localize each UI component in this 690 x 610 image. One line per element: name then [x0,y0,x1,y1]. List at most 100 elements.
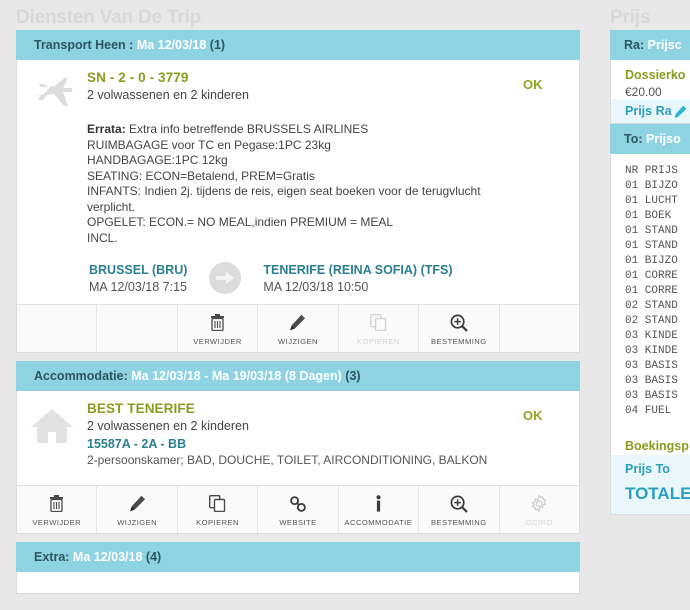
link-icon [260,493,335,514]
transport-toolbar: VERWIJDER WIJZIGEN KOPIEREN BESTEMMING [17,304,579,352]
services-column: Diensten Van De Trip Transport Heen : Ma… [0,0,596,610]
accommodatie-description: 2-persoonskamer; BAD, DOUCHE, TOILET, AI… [87,453,488,467]
magnifier-plus-icon [421,312,496,333]
section-header-label: Extra: [34,550,70,564]
price-header-ra[interactable]: Ra: Prijsc [610,30,690,60]
accommodatie-title: BEST TENERIFE [87,401,195,416]
totale-label: TOTALE [625,484,690,503]
table-row[interactable]: 01 STAND [625,239,690,254]
dossier-value: €20.00 [625,85,662,99]
accommodatie-info-button[interactable]: ACCOMMODATIE [339,486,420,533]
bestemming-button[interactable]: BESTEMMING [419,305,500,352]
gear-icon [502,493,577,514]
accommodatie-info: BEST TENERIFE 2 volwassenen en 2 kindere… [87,401,523,467]
transport-title: SN - 2 - 0 - 3779 [87,70,189,85]
status-badge-text: OK [523,408,543,423]
pencil-icon [260,312,335,333]
section-header-date: Ma 12/03/18 [72,550,143,564]
accommodatie-card-body: BEST TENERIFE 2 volwassenen en 2 kindere… [16,391,580,534]
accommodatie-status-badge: OK [523,401,579,467]
price-header-to[interactable]: To: Prijso [610,124,690,154]
route-destination-name: TENERIFE (REINA SOFIA) (TFS) [263,262,453,277]
table-row[interactable]: 03 KINDE [625,344,690,359]
airplane-icon [17,70,87,246]
verwijder-button[interactable]: VERWIJDER [178,305,259,352]
table-row[interactable]: 03 BASIS [625,359,690,374]
route-destination: TENERIFE (REINA SOFIA) (TFS) MA 12/03/18… [263,263,452,294]
prijs-ra-row[interactable]: Prijs Ra [611,99,690,123]
accommodatie-toolbar: VERWIJDER WIJZIGEN KOPIEREN WEBSITE ACCO… [17,485,579,533]
arrow-right-icon [209,262,242,294]
table-row[interactable]: 01 CORRE [625,269,690,284]
route-origin-name: BRUSSEL (BRU) [89,262,188,277]
extra-card-body [16,572,580,594]
dossier-row: Dossierko €20.00 [611,60,690,99]
route-destination-when: MA 12/03/18 10:50 [263,279,369,294]
table-row[interactable]: 01 BIJZO [625,254,690,269]
wijzigen-label: WIJZIGEN [278,337,318,346]
price-column: Prijs Ra: Prijsc Dossierko €20.00 Prijs … [596,0,690,610]
table-row[interactable]: 01 BIJZO [625,179,690,194]
accommodatie-info-label: ACCOMMODATIE [344,518,413,527]
prijs-ra-label: Prijs Ra [625,104,672,118]
service-card-extra: Extra: Ma 12/03/18 (4) [0,542,596,594]
table-row[interactable]: 02 STAND [625,314,690,329]
section-header-accommodatie[interactable]: Accommodatie: Ma 12/03/18 - Ma 19/03/18 … [16,361,580,391]
section-header-label: Transport Heen : [34,38,134,52]
price-header-ra-prefix: Ra: [624,38,645,52]
table-row[interactable]: 03 BASIS [625,374,690,389]
table-row[interactable]: 02 STAND [625,299,690,314]
transport-pax: 2 volwassenen en 2 kinderen [87,88,249,102]
bestemming-label: BESTEMMING [431,518,487,527]
table-row[interactable]: 01 CORRE [625,284,690,299]
price-header-to-prefix: To: [624,132,643,146]
table-row[interactable]: 01 BOEK [625,209,690,224]
website-button[interactable]: WEBSITE [258,486,339,533]
errata-line-1: RUIMBAGAGE voor TC en Pegase:1PC 23kg [87,137,331,152]
price-card-to: NR PRIJS 01 BIJZO 01 LUCHT 01 BOEK 01 ST… [610,154,690,515]
errata-line-5: verplicht. [87,199,136,214]
services-panel-title: Diensten Van De Trip [16,7,201,28]
transport-route: BRUSSEL (BRU) MA 12/03/18 7:15 TENERIFE … [17,246,579,304]
table-row[interactable]: 01 LUCHT [625,194,690,209]
table-row[interactable]: 03 BASIS [625,389,690,404]
kopieren-label: KOPIEREN [196,518,239,527]
section-header-count: (4) [145,550,162,564]
section-header-date: Ma 12/03/18 [136,38,207,52]
accommodatie-pax: 2 volwassenen en 2 kinderen [87,419,249,433]
app-screen: Diensten Van De Trip Transport Heen : Ma… [0,0,690,610]
info-icon [341,493,416,514]
section-header-extra[interactable]: Extra: Ma 12/03/18 (4) [16,542,580,572]
ociro-button: OCIRO [500,486,579,533]
verwijder-label: VERWIJDER [32,518,82,527]
section-header-transport[interactable]: Transport Heen : Ma 12/03/18 (1) [16,30,580,60]
price-header-to-rest: Prijso [646,132,681,146]
table-row[interactable]: 01 STAND [625,224,690,239]
wijzigen-button[interactable]: WIJZIGEN [258,305,339,352]
kopieren-button[interactable]: KOPIEREN [178,486,259,533]
accommodatie-code: 15587A - 2A - BB [87,437,187,451]
price-panel-title: Prijs [610,7,651,28]
errata-line-3: SEATING: ECON=Betalend, PREM=Gratis [87,168,315,183]
wijzigen-label: WIJZIGEN [117,518,158,527]
verwijder-label: VERWIJDER [193,337,242,346]
status-badge-text: OK [523,77,543,92]
transport-errata: Errata: Extra info betreffende BRUSSELS … [87,122,513,246]
section-header-date: Ma 12/03/18 - Ma 19/03/18 (8 Dagen) [131,369,342,383]
toolbar-spacer [97,305,178,352]
table-row[interactable]: 03 KINDE [625,329,690,344]
dossier-label: Dossierko [625,68,686,82]
verwijder-button[interactable]: VERWIJDER [17,486,98,533]
bestemming-label: BESTEMMING [431,337,487,346]
bestemming-button[interactable]: BESTEMMING [419,486,500,533]
copy-icon [180,493,255,514]
trash-icon [180,312,255,333]
wijzigen-button[interactable]: WIJZIGEN [97,486,178,533]
errata-line-6: OPGELET: ECON.= NO MEAL,indien PREMIUM =… [87,215,394,229]
edit-pencil-icon[interactable] [674,105,687,118]
prijs-to-row[interactable]: Prijs To [611,455,690,478]
table-row[interactable]: 04 FUEL [625,404,690,419]
errata-label: Errata: [87,122,126,136]
trash-icon [19,493,94,514]
